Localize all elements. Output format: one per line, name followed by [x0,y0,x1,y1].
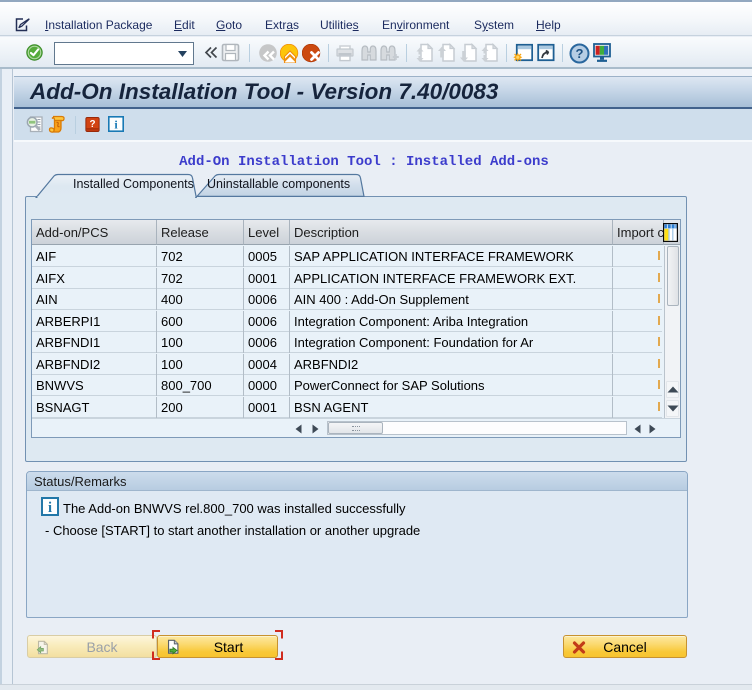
svg-text:?: ? [576,46,584,61]
svg-text:i: i [48,500,52,516]
svg-text:?: ? [89,119,95,130]
